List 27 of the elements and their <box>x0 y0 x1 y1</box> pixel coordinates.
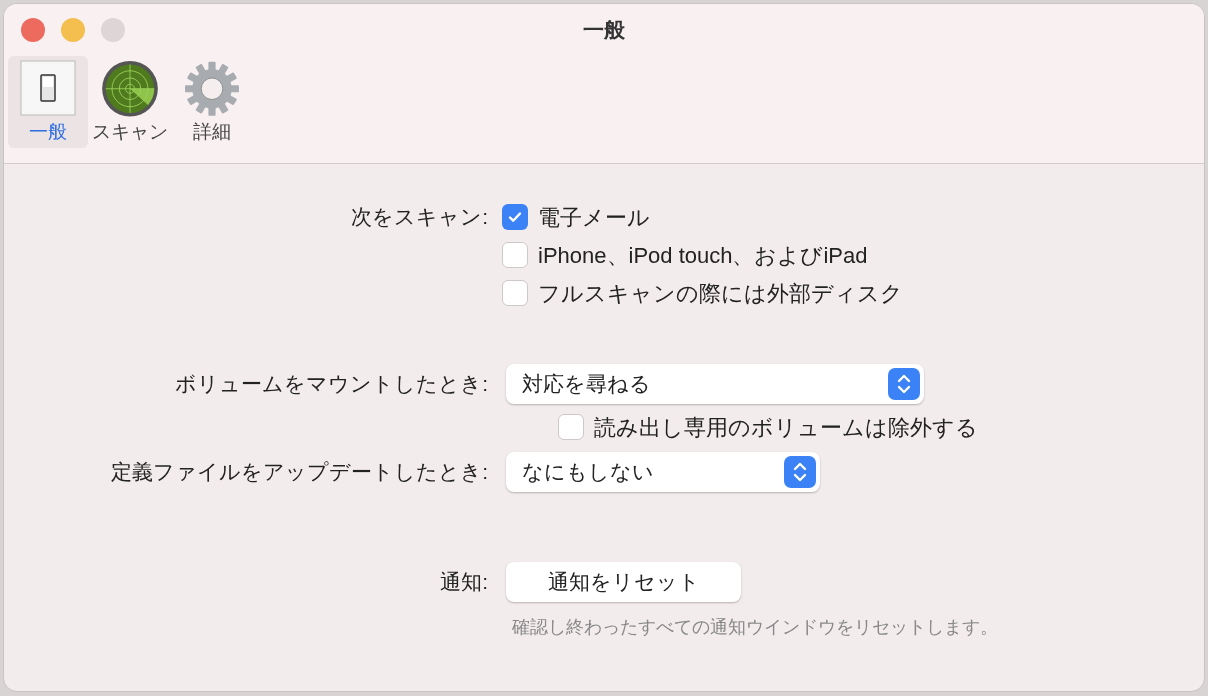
scan-label: 次をスキャン: <box>350 204 489 230</box>
toolbar-tab[interactable]: 一般 <box>8 56 88 148</box>
checkmark-icon <box>507 209 523 225</box>
notify-label: 通知: <box>439 569 489 596</box>
popup-menu[interactable]: 対応を尋ねる <box>506 364 924 404</box>
window-title: 一般 <box>583 17 625 44</box>
checkbox[interactable] <box>502 242 528 268</box>
checkbox-label: 電子メール <box>538 203 650 232</box>
checkbox-label: iPhone、iPod touch、およびiPad <box>538 241 868 270</box>
update-label: 定義ファイルをアップデートしたとき: <box>110 459 489 486</box>
popup-menu[interactable]: なにもしない <box>506 452 820 492</box>
toolbar-tab[interactable]: スキャン <box>90 56 170 148</box>
checkbox[interactable] <box>502 280 528 306</box>
stepper-arrows-icon <box>784 456 816 488</box>
close-button[interactable] <box>21 18 45 42</box>
mount-label: ボリュームをマウントしたとき: <box>174 371 489 398</box>
checkbox-label: フルスキャンの際には外部ディスク <box>538 279 903 308</box>
stepper-arrows-icon <box>888 368 920 400</box>
checkbox-label: 読み出し専用のボリュームは除外する <box>594 413 978 442</box>
reset-notifications-button[interactable]: 通知をリセット <box>506 562 741 602</box>
toolbar-tab[interactable]: 詳細 <box>172 56 252 148</box>
minimize-button[interactable] <box>61 18 85 42</box>
switch-icon <box>20 60 76 116</box>
hint-text: 確認し終わったすべての通知ウインドウをリセットします。 <box>511 616 999 639</box>
zoom-button[interactable] <box>101 18 125 42</box>
checkbox[interactable] <box>558 414 584 440</box>
checkbox[interactable] <box>502 204 528 230</box>
